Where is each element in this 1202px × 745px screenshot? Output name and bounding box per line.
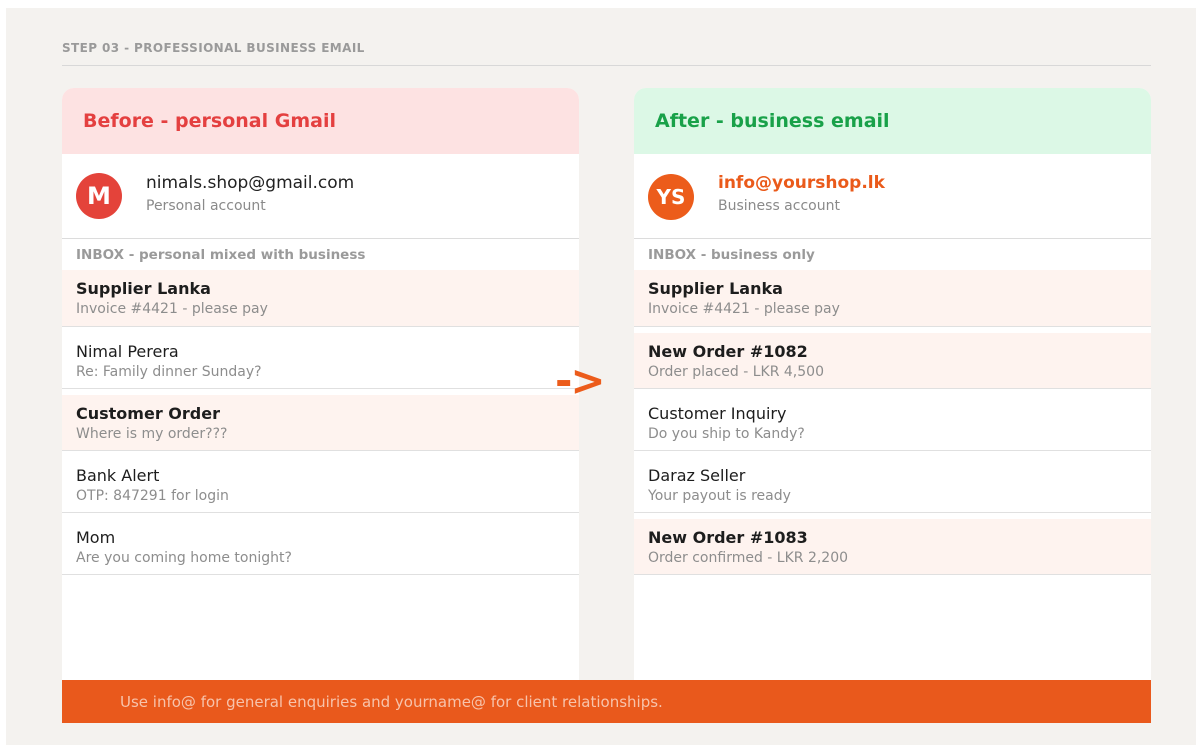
account-type: Business account: [718, 198, 840, 214]
list-item[interactable]: Customer Inquiry Do you ship to Kandy?: [634, 395, 1151, 451]
message-preview: Where is my order???: [76, 426, 228, 442]
message-sender: Supplier Lanka: [648, 279, 783, 298]
list-item[interactable]: Supplier Lanka Invoice #4421 - please pay: [62, 270, 579, 327]
before-account: M nimals.shop@gmail.com Personal account: [62, 154, 579, 239]
after-inbox-list: Supplier Lanka Invoice #4421 - please pay…: [634, 270, 1151, 575]
after-account: YS info@yourshop.lk Business account: [634, 154, 1151, 239]
before-inbox-list: Supplier Lanka Invoice #4421 - please pay…: [62, 270, 579, 575]
after-panel: After - business email YS info@yourshop.…: [634, 88, 1151, 680]
inbox-label: INBOX - business only: [648, 246, 815, 263]
message-sender: Mom: [76, 528, 116, 547]
arrow-right-icon: ->: [555, 356, 606, 405]
title-divider: [62, 65, 1151, 66]
after-heading: After - business email: [634, 88, 1151, 154]
message-sender: Bank Alert: [76, 466, 160, 485]
account-email: nimals.shop@gmail.com: [146, 173, 355, 193]
list-item[interactable]: Bank Alert OTP: 847291 for login: [62, 457, 579, 513]
before-panel: Before - personal Gmail M nimals.shop@gm…: [62, 88, 579, 680]
message-preview: Order placed - LKR 4,500: [648, 364, 824, 380]
list-item[interactable]: Daraz Seller Your payout is ready: [634, 457, 1151, 513]
message-sender: Nimal Perera: [76, 342, 179, 361]
list-item[interactable]: New Order #1083 Order confirmed - LKR 2,2…: [634, 519, 1151, 575]
list-item[interactable]: Customer Order Where is my order???: [62, 395, 579, 451]
message-preview: Invoice #4421 - please pay: [648, 301, 840, 317]
list-item[interactable]: Nimal Perera Re: Family dinner Sunday?: [62, 333, 579, 389]
message-sender: Supplier Lanka: [76, 279, 211, 298]
message-sender: Customer Order: [76, 404, 220, 423]
message-preview: Invoice #4421 - please pay: [76, 301, 268, 317]
tip-text: Use info@ for general enquiries and your…: [120, 692, 663, 711]
avatar: YS: [648, 173, 694, 220]
step-title: STEP 03 - PROFESSIONAL BUSINESS EMAIL: [62, 41, 365, 55]
account-info: info@yourshop.lk Business account: [718, 173, 885, 214]
message-preview: Do you ship to Kandy?: [648, 426, 805, 442]
message-sender: Customer Inquiry: [648, 404, 787, 423]
message-preview: Your payout is ready: [648, 488, 791, 504]
list-item[interactable]: Mom Are you coming home tonight?: [62, 519, 579, 575]
message-sender: New Order #1083: [648, 528, 808, 547]
tip-banner: Use info@ for general enquiries and your…: [62, 680, 1151, 723]
message-sender: New Order #1082: [648, 342, 808, 361]
account-info: nimals.shop@gmail.com Personal account: [146, 173, 354, 214]
avatar: M: [76, 173, 122, 219]
account-type: Personal account: [146, 198, 266, 214]
list-item[interactable]: New Order #1082 Order placed - LKR 4,500: [634, 333, 1151, 389]
message-preview: Order confirmed - LKR 2,200: [648, 550, 849, 566]
message-preview: OTP: 847291 for login: [76, 488, 229, 504]
message-preview: Are you coming home tonight?: [76, 550, 292, 566]
inbox-label: INBOX - personal mixed with business: [76, 246, 366, 263]
account-email: info@yourshop.lk: [718, 173, 885, 193]
list-item[interactable]: Supplier Lanka Invoice #4421 - please pay: [634, 270, 1151, 327]
message-sender: Daraz Seller: [648, 466, 746, 485]
before-heading: Before - personal Gmail: [62, 88, 579, 154]
message-preview: Re: Family dinner Sunday?: [76, 364, 262, 380]
